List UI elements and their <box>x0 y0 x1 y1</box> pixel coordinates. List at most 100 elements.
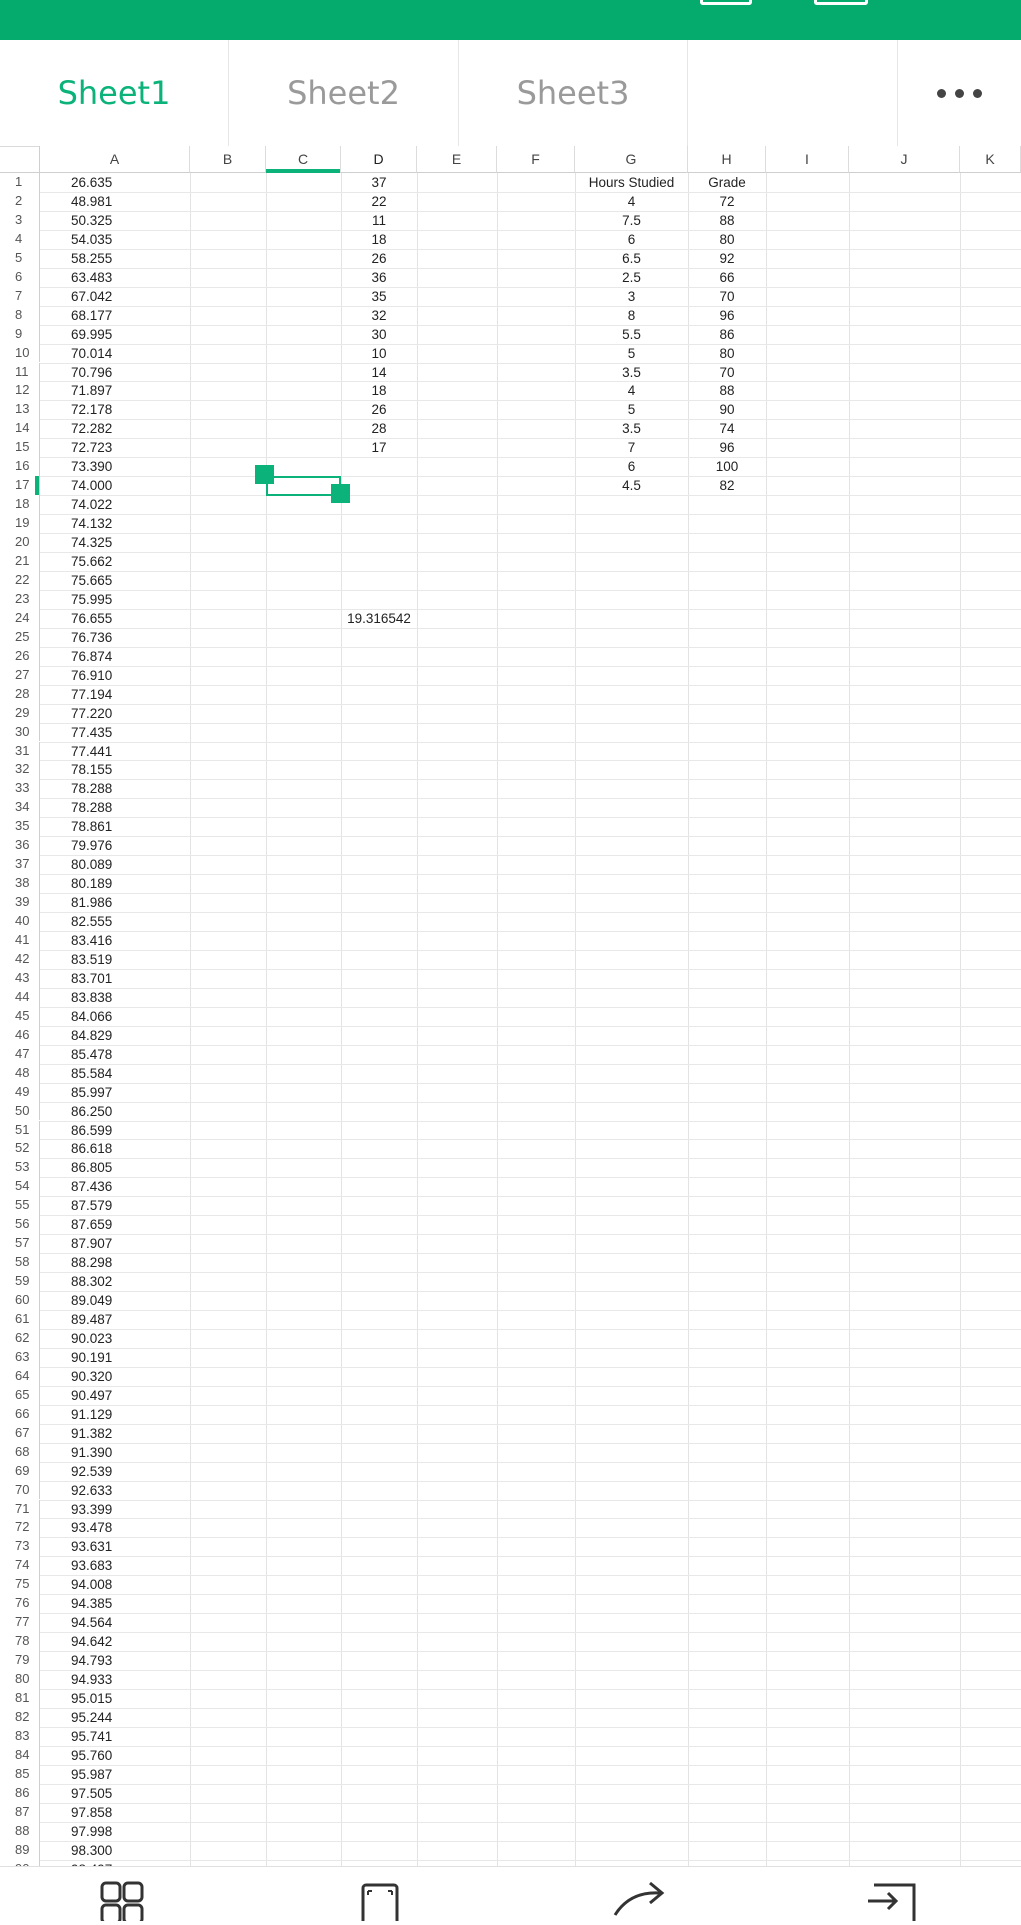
row-header-47[interactable]: 47 <box>0 1044 40 1064</box>
row-header-40[interactable]: 40 <box>0 912 40 931</box>
cell-g13[interactable]: 5 <box>575 400 688 419</box>
cell-a46[interactable]: 84.829 <box>71 1026 112 1045</box>
tab-sheet3[interactable]: Sheet3 <box>459 40 688 146</box>
cell-a23[interactable]: 75.995 <box>71 590 112 609</box>
row-header-51[interactable]: 51 <box>0 1120 40 1140</box>
cell-a75[interactable]: 94.008 <box>71 1575 112 1594</box>
cell-g15[interactable]: 7 <box>575 438 688 457</box>
cell-a85[interactable]: 95.987 <box>71 1765 112 1784</box>
cell-a52[interactable]: 86.618 <box>71 1139 112 1158</box>
row-header-30[interactable]: 30 <box>0 722 40 742</box>
cell-d1[interactable]: 37 <box>341 173 417 192</box>
row-header-61[interactable]: 61 <box>0 1310 40 1329</box>
row-header-82[interactable]: 82 <box>0 1707 40 1727</box>
cell-g6[interactable]: 2.5 <box>575 268 688 287</box>
cell-g10[interactable]: 5 <box>575 344 688 363</box>
cell-a13[interactable]: 72.178 <box>71 400 112 419</box>
row-header-34[interactable]: 34 <box>0 798 40 818</box>
cell-d13[interactable]: 26 <box>341 400 417 419</box>
fullscreen-button[interactable] <box>330 1867 430 1925</box>
cell-g9[interactable]: 5.5 <box>575 325 688 344</box>
cell-a73[interactable]: 93.631 <box>71 1537 112 1556</box>
cell-a1[interactable]: 26.635 <box>71 173 112 192</box>
cell-g7[interactable]: 3 <box>575 287 688 306</box>
row-header-84[interactable]: 84 <box>0 1745 40 1765</box>
row-header-7[interactable]: 7 <box>0 286 40 306</box>
cell-a59[interactable]: 88.302 <box>71 1272 112 1291</box>
row-header-57[interactable]: 57 <box>0 1234 40 1254</box>
cell-d14[interactable]: 28 <box>341 419 417 438</box>
cell-a35[interactable]: 78.861 <box>71 817 112 836</box>
cell-a29[interactable]: 77.220 <box>71 704 112 723</box>
row-header-78[interactable]: 78 <box>0 1632 40 1652</box>
cell-d5[interactable]: 26 <box>341 249 417 268</box>
cell-h10[interactable]: 80 <box>688 344 766 363</box>
cell-a28[interactable]: 77.194 <box>71 685 112 704</box>
layout-button[interactable] <box>60 1867 160 1925</box>
cell-a27[interactable]: 76.910 <box>71 666 112 685</box>
cell-a82[interactable]: 95.244 <box>71 1708 112 1727</box>
cell-a56[interactable]: 87.659 <box>71 1215 112 1234</box>
cell-a83[interactable]: 95.741 <box>71 1727 112 1746</box>
row-header-55[interactable]: 55 <box>0 1196 40 1216</box>
row-header-20[interactable]: 20 <box>0 533 40 552</box>
row-header-85[interactable]: 85 <box>0 1764 40 1784</box>
row-header-63[interactable]: 63 <box>0 1347 40 1367</box>
row-header-32[interactable]: 32 <box>0 760 40 780</box>
cell-a48[interactable]: 85.584 <box>71 1064 112 1083</box>
cell-a87[interactable]: 97.858 <box>71 1803 112 1822</box>
cell-h9[interactable]: 86 <box>688 325 766 344</box>
row-header-13[interactable]: 13 <box>0 400 40 420</box>
row-header-62[interactable]: 62 <box>0 1328 40 1348</box>
row-header-70[interactable]: 70 <box>0 1480 40 1500</box>
tab-sheet2[interactable]: Sheet2 <box>229 40 459 146</box>
cell-a70[interactable]: 92.633 <box>71 1481 112 1500</box>
cell-a7[interactable]: 67.042 <box>71 287 112 306</box>
cell-a36[interactable]: 79.976 <box>71 836 112 855</box>
row-header-53[interactable]: 53 <box>0 1158 40 1178</box>
cell-a17[interactable]: 74.000 <box>71 476 112 495</box>
cell-h7[interactable]: 70 <box>688 287 766 306</box>
row-header-16[interactable]: 16 <box>0 457 40 477</box>
cell-a11[interactable]: 70.796 <box>71 363 112 382</box>
row-header-36[interactable]: 36 <box>0 836 40 856</box>
row-header-75[interactable]: 75 <box>0 1575 40 1595</box>
cell-a15[interactable]: 72.723 <box>71 438 112 457</box>
row-header-87[interactable]: 87 <box>0 1802 40 1822</box>
cell-g8[interactable]: 8 <box>575 306 688 325</box>
cell-g4[interactable]: 6 <box>575 230 688 249</box>
cell-a30[interactable]: 77.435 <box>71 723 112 742</box>
cell-a40[interactable]: 82.555 <box>71 912 112 931</box>
row-header-48[interactable]: 48 <box>0 1063 40 1083</box>
cell-a16[interactable]: 73.390 <box>71 457 112 476</box>
cell-a43[interactable]: 83.701 <box>71 969 112 988</box>
row-header-88[interactable]: 88 <box>0 1821 40 1841</box>
cell-a39[interactable]: 81.986 <box>71 893 112 912</box>
cell-a42[interactable]: 83.519 <box>71 950 112 969</box>
row-header-37[interactable]: 37 <box>0 855 40 875</box>
cell-a64[interactable]: 90.320 <box>71 1367 112 1386</box>
cell-a80[interactable]: 94.933 <box>71 1670 112 1689</box>
col-header-k[interactable]: K <box>960 146 1021 173</box>
row-header-41[interactable]: 41 <box>0 931 40 950</box>
row-header-18[interactable]: 18 <box>0 495 40 515</box>
cell-a33[interactable]: 78.288 <box>71 779 112 798</box>
cell-a58[interactable]: 88.298 <box>71 1253 112 1272</box>
cell-a25[interactable]: 76.736 <box>71 628 112 647</box>
row-header-14[interactable]: 14 <box>0 419 40 439</box>
col-header-j[interactable]: J <box>849 146 960 173</box>
row-header-3[interactable]: 3 <box>0 210 40 230</box>
cell-g2[interactable]: 4 <box>575 192 688 211</box>
cell-h12[interactable]: 88 <box>688 381 766 400</box>
tab-sheet1[interactable]: Sheet1 <box>0 40 229 146</box>
row-header-11[interactable]: 11 <box>0 362 40 382</box>
cell-h15[interactable]: 96 <box>688 438 766 457</box>
row-header-22[interactable]: 22 <box>0 570 40 590</box>
cell-a26[interactable]: 76.874 <box>71 647 112 666</box>
cell-a8[interactable]: 68.177 <box>71 306 112 325</box>
cell-h11[interactable]: 70 <box>688 363 766 382</box>
row-header-21[interactable]: 21 <box>0 552 40 571</box>
spreadsheet-grid[interactable]: ABCDEFGHIJKL1234567891011121314151617181… <box>0 146 1021 1866</box>
row-header-64[interactable]: 64 <box>0 1366 40 1386</box>
col-header-g[interactable]: G <box>575 146 688 173</box>
